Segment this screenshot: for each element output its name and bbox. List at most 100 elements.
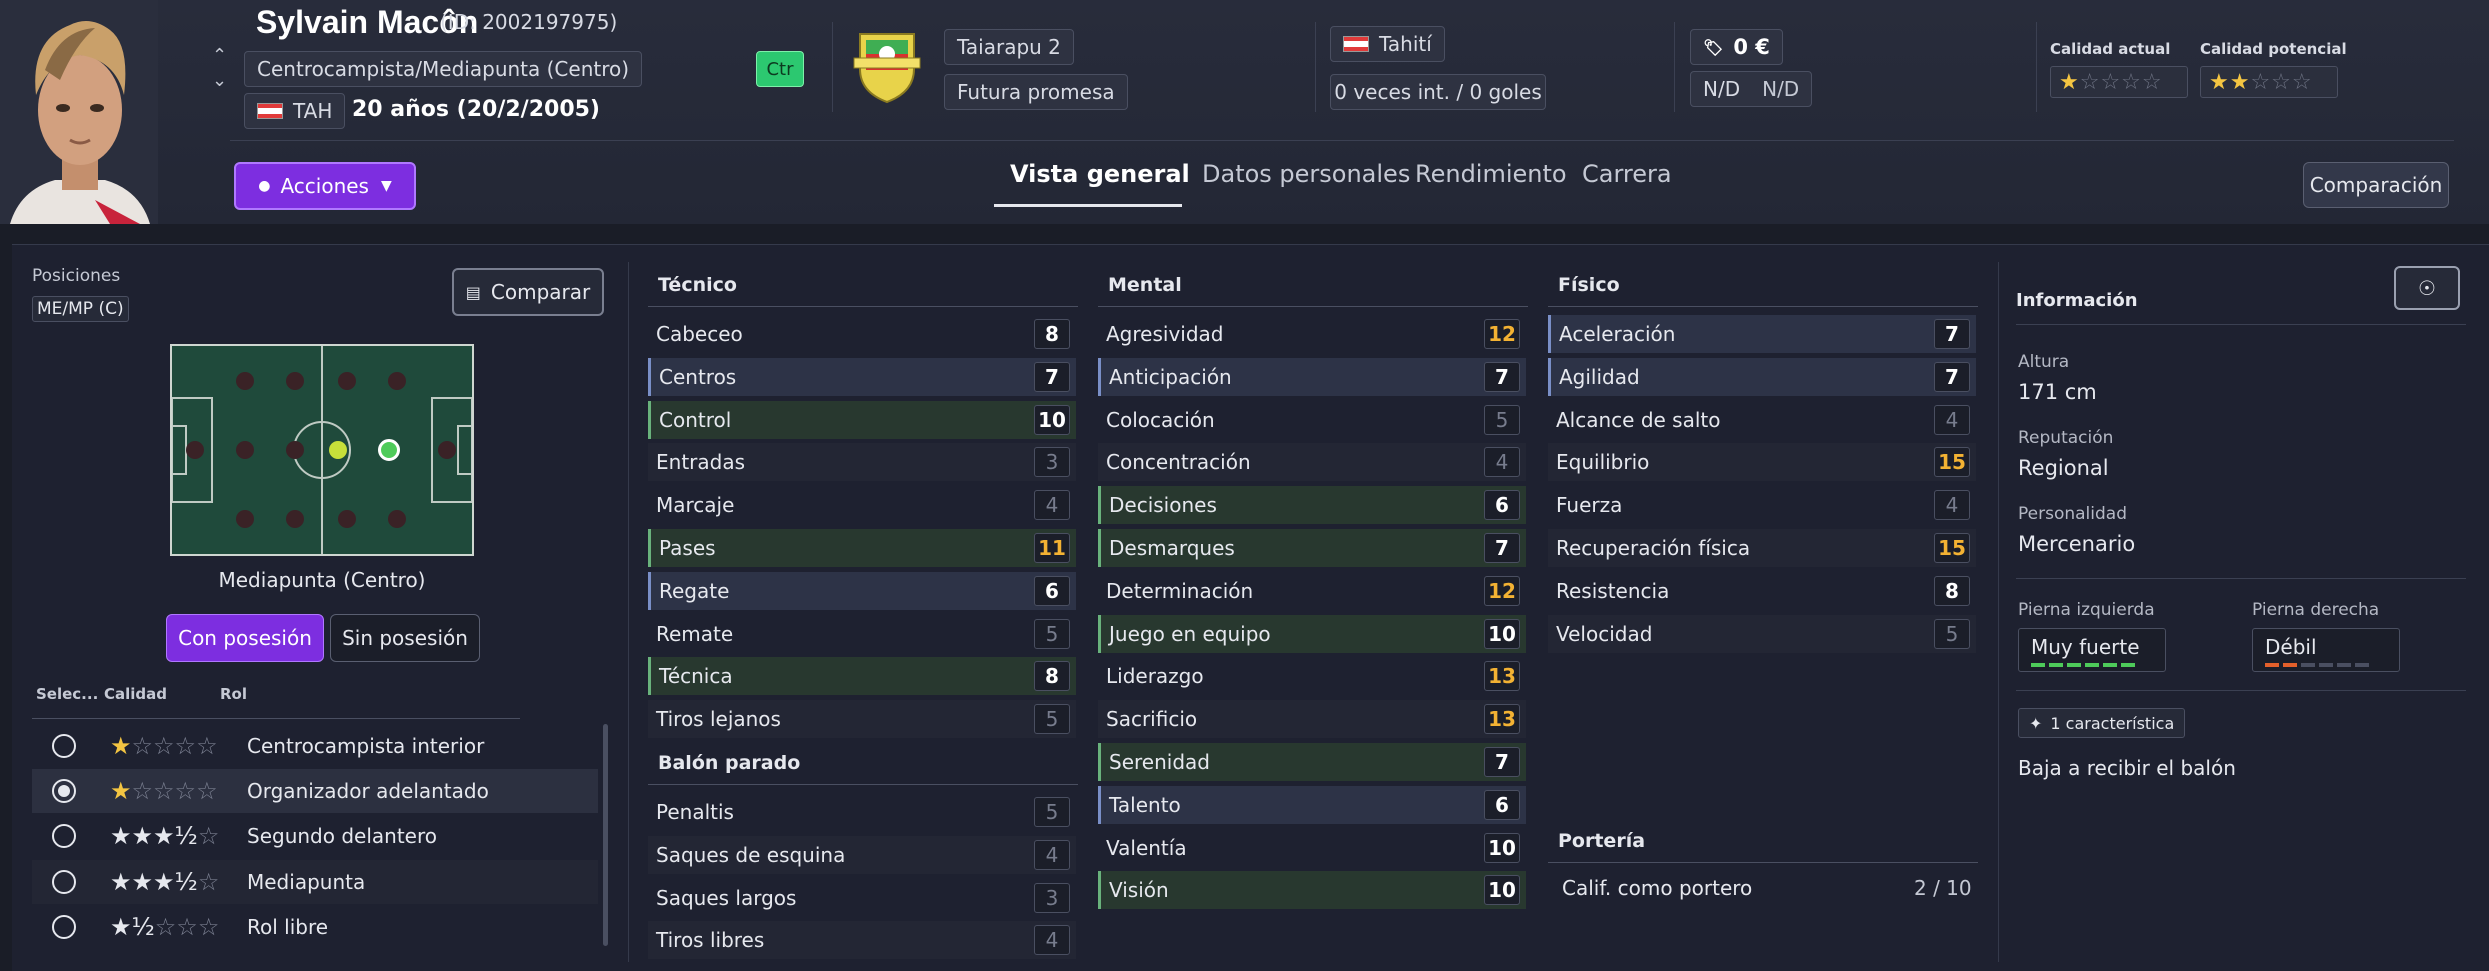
attribute-row[interactable]: Saques de esquina 4: [648, 835, 1076, 874]
attribute-row[interactable]: Valentía 10: [1098, 829, 1526, 867]
club-crest-icon[interactable]: [850, 24, 924, 104]
position-dot[interactable]: [438, 441, 456, 459]
pitch-diagram[interactable]: [170, 344, 474, 556]
with-ball-toggle[interactable]: Con posesión: [166, 614, 324, 662]
position-dot-selected[interactable]: [378, 439, 400, 461]
col-select[interactable]: Selec...: [36, 685, 98, 703]
attribute-row[interactable]: Saques largos 3: [648, 879, 1076, 917]
tab-performance[interactable]: Rendimiento: [1415, 160, 1567, 188]
attribute-row[interactable]: Equilibrio 15: [1548, 443, 1976, 482]
role-radio[interactable]: [52, 915, 76, 939]
position-dot[interactable]: [286, 372, 304, 390]
attribute-row[interactable]: Tiros libres 4: [648, 921, 1076, 960]
role-row[interactable]: ★★★½☆ Mediapunta: [32, 860, 598, 904]
attribute-row[interactable]: Desmarques 7: [1098, 529, 1526, 567]
attribute-row[interactable]: Remate 5: [648, 615, 1076, 653]
chevron-down-icon: ▼: [380, 178, 392, 194]
club-tag[interactable]: Taiarapu 2: [944, 29, 1074, 65]
attribute-name: Aceleración: [1559, 322, 1676, 346]
tab-personal-data[interactable]: Datos personales: [1202, 160, 1410, 188]
attribute-row[interactable]: Juego en equipo 10: [1098, 614, 1526, 653]
role-row[interactable]: ★½☆☆☆ Rol libre: [32, 905, 598, 949]
traits-badge[interactable]: ✦ 1 característica: [2018, 708, 2186, 738]
role-row-selected[interactable]: ★☆☆☆☆ Organizador adelantado: [32, 769, 598, 813]
attribute-name: Juego en equipo: [1109, 621, 1271, 646]
country-tag[interactable]: Tahití: [1330, 26, 1445, 62]
attribute-row[interactable]: Serenidad 7: [1098, 743, 1526, 781]
attribute-row[interactable]: Colocación 5: [1098, 401, 1526, 439]
attribute-row[interactable]: Entradas 3: [648, 443, 1076, 482]
attribute-row[interactable]: Agilidad 7: [1548, 357, 1976, 396]
actions-button[interactable]: ● Acciones ▼: [234, 162, 416, 210]
role-row[interactable]: ★★★½☆ Segundo delantero: [32, 814, 598, 858]
comparison-button[interactable]: Comparación: [2303, 162, 2449, 208]
attribute-row[interactable]: Aceleración 7: [1548, 315, 1976, 353]
attribute-row[interactable]: Pases 11: [648, 529, 1076, 567]
attribute-value: 12: [1484, 319, 1520, 349]
attribute-row[interactable]: Recuperación física 15: [1548, 529, 1976, 567]
chevron-up-icon[interactable]: ⌃: [212, 45, 227, 66]
attribute-value: 6: [1484, 789, 1520, 820]
attribute-row[interactable]: Alcance de salto 4: [1548, 401, 1976, 439]
attribute-row[interactable]: Regate 6: [648, 571, 1076, 610]
attribute-row[interactable]: Sacrificio 13: [1098, 700, 1526, 739]
position-dot[interactable]: [388, 372, 406, 390]
person-icon: ●: [258, 178, 271, 194]
attribute-value: 13: [1484, 661, 1520, 692]
role-badge: Ctr: [756, 51, 804, 87]
attribute-value: 4: [1934, 404, 1970, 435]
wage-value: N/D: [1703, 77, 1741, 101]
attribute-name: Técnica: [659, 664, 733, 689]
attribute-value: 6: [1034, 575, 1070, 606]
position-dot[interactable]: [286, 441, 304, 459]
role-radio[interactable]: [52, 870, 76, 894]
attribute-value: 8: [1034, 319, 1070, 349]
position-dot[interactable]: [236, 510, 254, 528]
attribute-row[interactable]: Velocidad 5: [1548, 614, 1976, 653]
attribute-row[interactable]: Visión 10: [1098, 871, 1526, 910]
role-row[interactable]: ★☆☆☆☆ Centrocampista interior: [32, 724, 598, 768]
attribute-row[interactable]: Determinación 12: [1098, 572, 1526, 610]
attribute-row[interactable]: Anticipación 7: [1098, 357, 1526, 396]
col-quality[interactable]: Calidad: [104, 685, 167, 703]
position-dot-secondary[interactable]: [329, 441, 347, 459]
position-dot[interactable]: [236, 372, 254, 390]
current-ability-label: Calidad actual: [2050, 40, 2171, 58]
tab-overview[interactable]: Vista general: [1010, 160, 1190, 188]
attribute-row[interactable]: Liderazgo 13: [1098, 657, 1526, 695]
position-dot[interactable]: [338, 372, 356, 390]
compare-button[interactable]: ▤ Comparar: [452, 268, 604, 316]
attribute-row[interactable]: Fuerza 4: [1548, 486, 1976, 524]
attribute-row[interactable]: Control 10: [648, 400, 1076, 439]
tab-career[interactable]: Carrera: [1582, 160, 1672, 188]
left-foot-label: Pierna izquierda: [2018, 600, 2155, 620]
status-tag: Futura promesa: [944, 74, 1128, 110]
col-role[interactable]: Rol: [220, 685, 247, 703]
international-caps: 0 veces int. / 0 goles: [1330, 74, 1546, 110]
attribute-row[interactable]: Decisiones 6: [1098, 486, 1526, 525]
position-dot[interactable]: [388, 510, 406, 528]
attribute-value: 7: [1034, 361, 1070, 392]
without-ball-toggle[interactable]: Sin posesión: [330, 614, 480, 662]
position-dot[interactable]: [286, 510, 304, 528]
position-dot[interactable]: [236, 441, 254, 459]
attribute-row[interactable]: Penaltis 5: [648, 793, 1076, 831]
chevron-down-icon[interactable]: ⌄: [212, 70, 227, 91]
attribute-row[interactable]: Marcaje 4: [648, 486, 1076, 524]
role-radio[interactable]: [52, 824, 76, 848]
attribute-row[interactable]: Cabeceo 8: [648, 315, 1076, 353]
attribute-row[interactable]: Talento 6: [1098, 785, 1526, 824]
attribute-row[interactable]: Centros 7: [648, 357, 1076, 396]
role-radio[interactable]: [52, 734, 76, 758]
attribute-row[interactable]: Resistencia 8: [1548, 572, 1976, 610]
attribute-row[interactable]: Tiros lejanos 5: [648, 700, 1076, 739]
position-dot[interactable]: [338, 510, 356, 528]
attribute-row[interactable]: Concentración 4: [1098, 443, 1526, 482]
position-dot[interactable]: [186, 441, 204, 459]
physical-title: Físico: [1558, 274, 1620, 296]
person-settings-icon[interactable]: ☉: [2394, 266, 2460, 310]
attribute-row[interactable]: Agresividad 12: [1098, 315, 1526, 353]
role-radio-selected[interactable]: [52, 779, 76, 803]
attribute-row[interactable]: Técnica 8: [648, 657, 1076, 696]
roles-scrollbar[interactable]: [603, 724, 608, 946]
